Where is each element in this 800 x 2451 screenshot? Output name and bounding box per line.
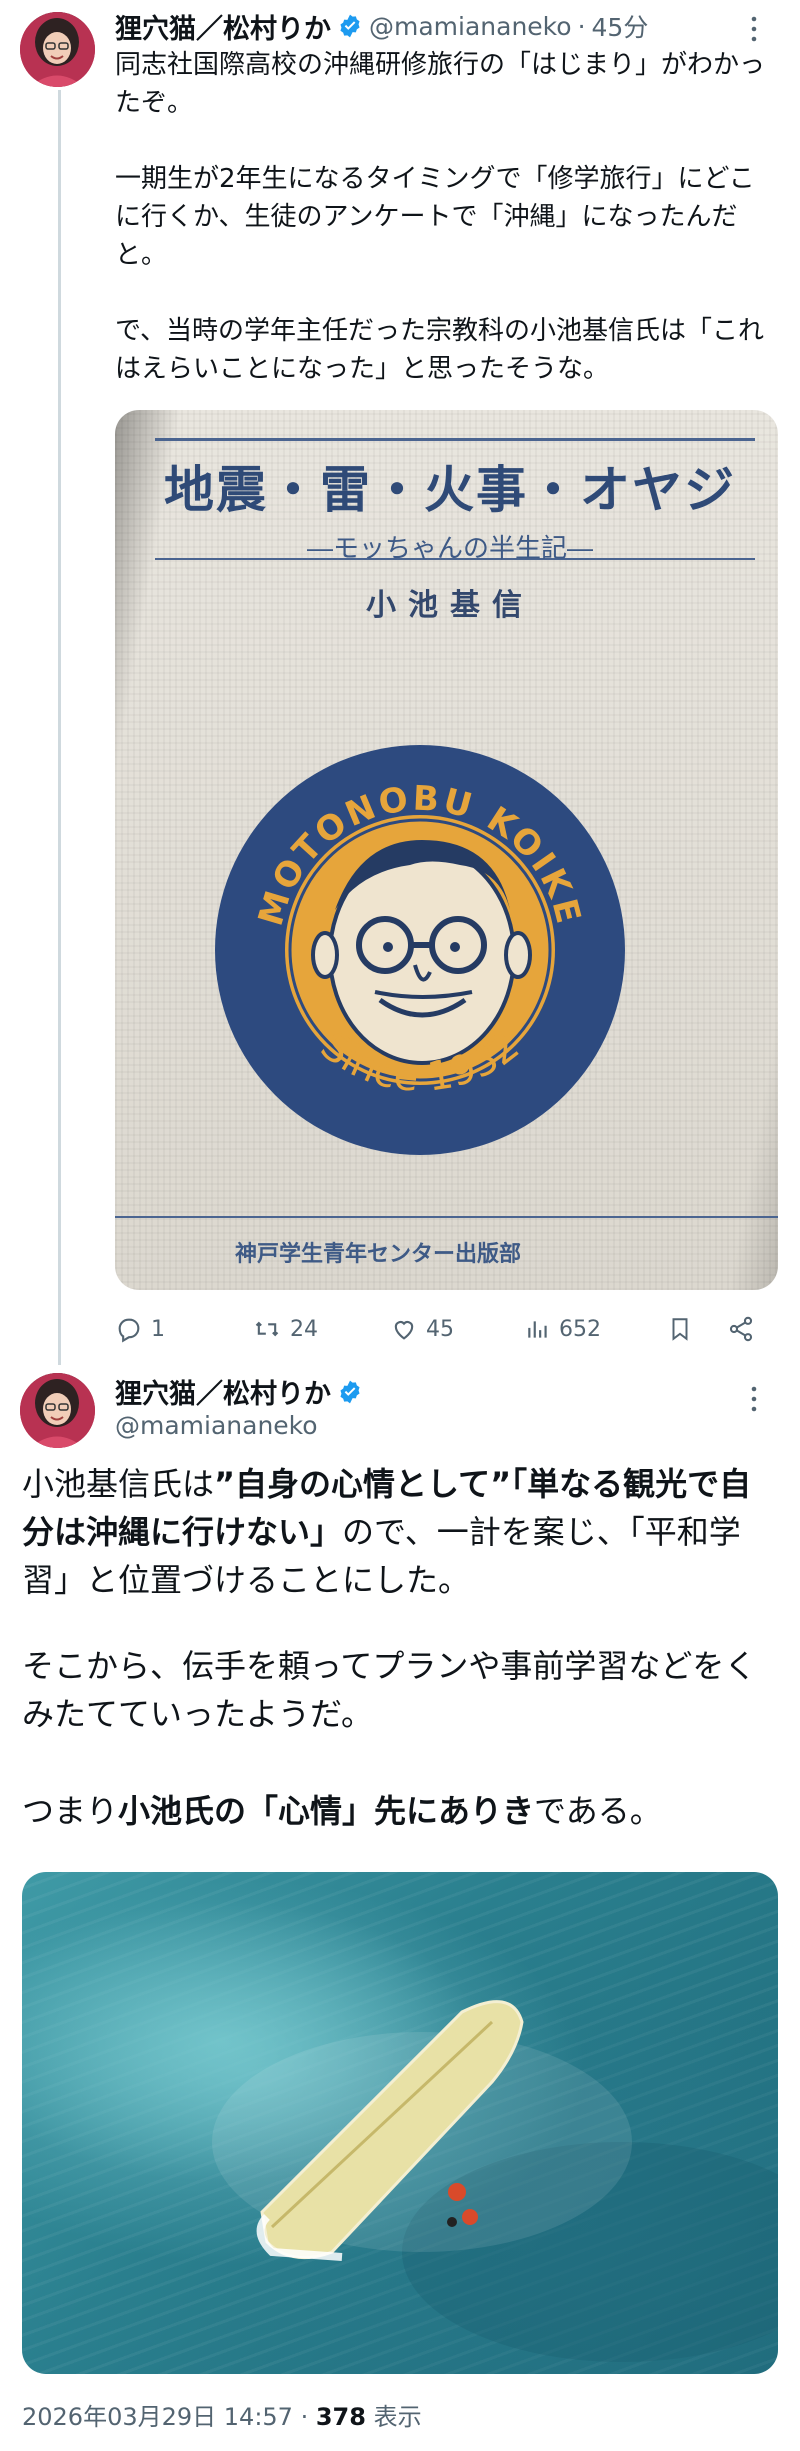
verified-badge-icon (340, 14, 360, 38)
like-button[interactable]: 45 (390, 1315, 454, 1343)
share-button[interactable] (727, 1315, 755, 1343)
reply-button[interactable]: 1 (115, 1315, 165, 1343)
views-button[interactable]: 652 (525, 1316, 601, 1342)
book-bottom-rule (115, 1216, 778, 1218)
analytics-icon (528, 1321, 547, 1338)
post-time[interactable]: 45分 (592, 8, 649, 44)
book-top-rule (155, 438, 755, 441)
emblem-svg: MOTONOBU KOIKE Since 1932 (215, 745, 625, 1155)
retweet-button[interactable]: 24 (252, 1315, 318, 1343)
view-count: 652 (559, 1316, 601, 1342)
tweet2-paragraph-2: そこから、伝手を頼ってプランや事前学習などをくみたてていったようだ。 (22, 1647, 757, 1733)
verified-badge-icon (340, 1380, 360, 1403)
views-count: 378 (315, 2403, 366, 2431)
tweet2-header-name: 狸穴猫／松村りか (115, 1372, 363, 1411)
text-run: つまり (22, 1792, 119, 1830)
display-name[interactable]: 狸穴猫／松村りか (115, 7, 331, 46)
separator-dot: · (577, 11, 586, 41)
more-options-icon[interactable] (744, 1384, 764, 1418)
post-timestamp[interactable]: 2026年03月29日 14:57 (22, 2403, 293, 2431)
avatar[interactable] (20, 1373, 95, 1448)
heart-icon (394, 1321, 414, 1340)
avatar-portrait-icon (20, 12, 95, 87)
more-options-icon[interactable] (744, 14, 764, 48)
author-emblem: MOTONOBU KOIKE Since 1932 (210, 740, 630, 1160)
avatar-portrait-icon (20, 1373, 95, 1448)
tweet1-text: 同志社国際高校の沖縄研修旅行の「はじまり」がわかったぞ。 一期生が2年生になるタ… (115, 50, 766, 384)
book-author: 小池基信 (366, 588, 534, 623)
tweet2-paragraph-1: 小池基信氏は”自身の心情として”「単なる観光で自分は沖縄に行けない」ので、一計を… (22, 1460, 777, 1604)
tweet1-header: 狸穴猫／松村りか @mamiananeko · 45分 (115, 7, 755, 46)
reply-icon (118, 1318, 140, 1343)
book-publisher: 神戸学生青年センター出版部 (235, 1242, 522, 1267)
avatar[interactable] (20, 12, 95, 87)
book-cover-image[interactable]: 地震・雷・火事・オヤジ ―モッちゃんの半生記― 小池基信 MOTONOBU KO… (115, 410, 778, 1290)
book-subtitle: ―モッちゃんの半生記― (306, 534, 593, 564)
bookmark-button[interactable] (667, 1315, 693, 1343)
retweet-icon (255, 1321, 279, 1337)
tweet1-action-bar: 1 24 45 652 (115, 1311, 770, 1347)
bookmark-icon (672, 1318, 688, 1341)
book-title: 地震・雷・火事・オヤジ (164, 460, 736, 519)
like-count: 45 (426, 1316, 454, 1342)
tweet2-meta: 2026年03月29日 14:57 · 378 表示 (22, 2397, 422, 2432)
capsized-boat-photo[interactable] (22, 1872, 778, 2374)
text-run: 小池基信氏は (22, 1465, 215, 1503)
share-icon (729, 1316, 753, 1342)
handle[interactable]: @mamiananeko (115, 1411, 318, 1440)
emphasis-text: 小池氏の「心情」先にありき (118, 1792, 535, 1830)
text-run: である。 (534, 1792, 662, 1830)
handle[interactable]: @mamiananeko (369, 12, 572, 41)
boat-illustration (22, 1902, 778, 2362)
views-label: 表示 (373, 2403, 422, 2431)
thread-connector-line (58, 90, 61, 1365)
display-name[interactable]: 狸穴猫／松村りか (115, 1372, 331, 1411)
separator-dot: · (300, 2403, 316, 2431)
retweet-count: 24 (290, 1316, 318, 1342)
reply-count: 1 (151, 1316, 165, 1342)
tweet2-paragraph-3: つまり小池氏の「心情」先にありきである。 (22, 1787, 777, 1835)
